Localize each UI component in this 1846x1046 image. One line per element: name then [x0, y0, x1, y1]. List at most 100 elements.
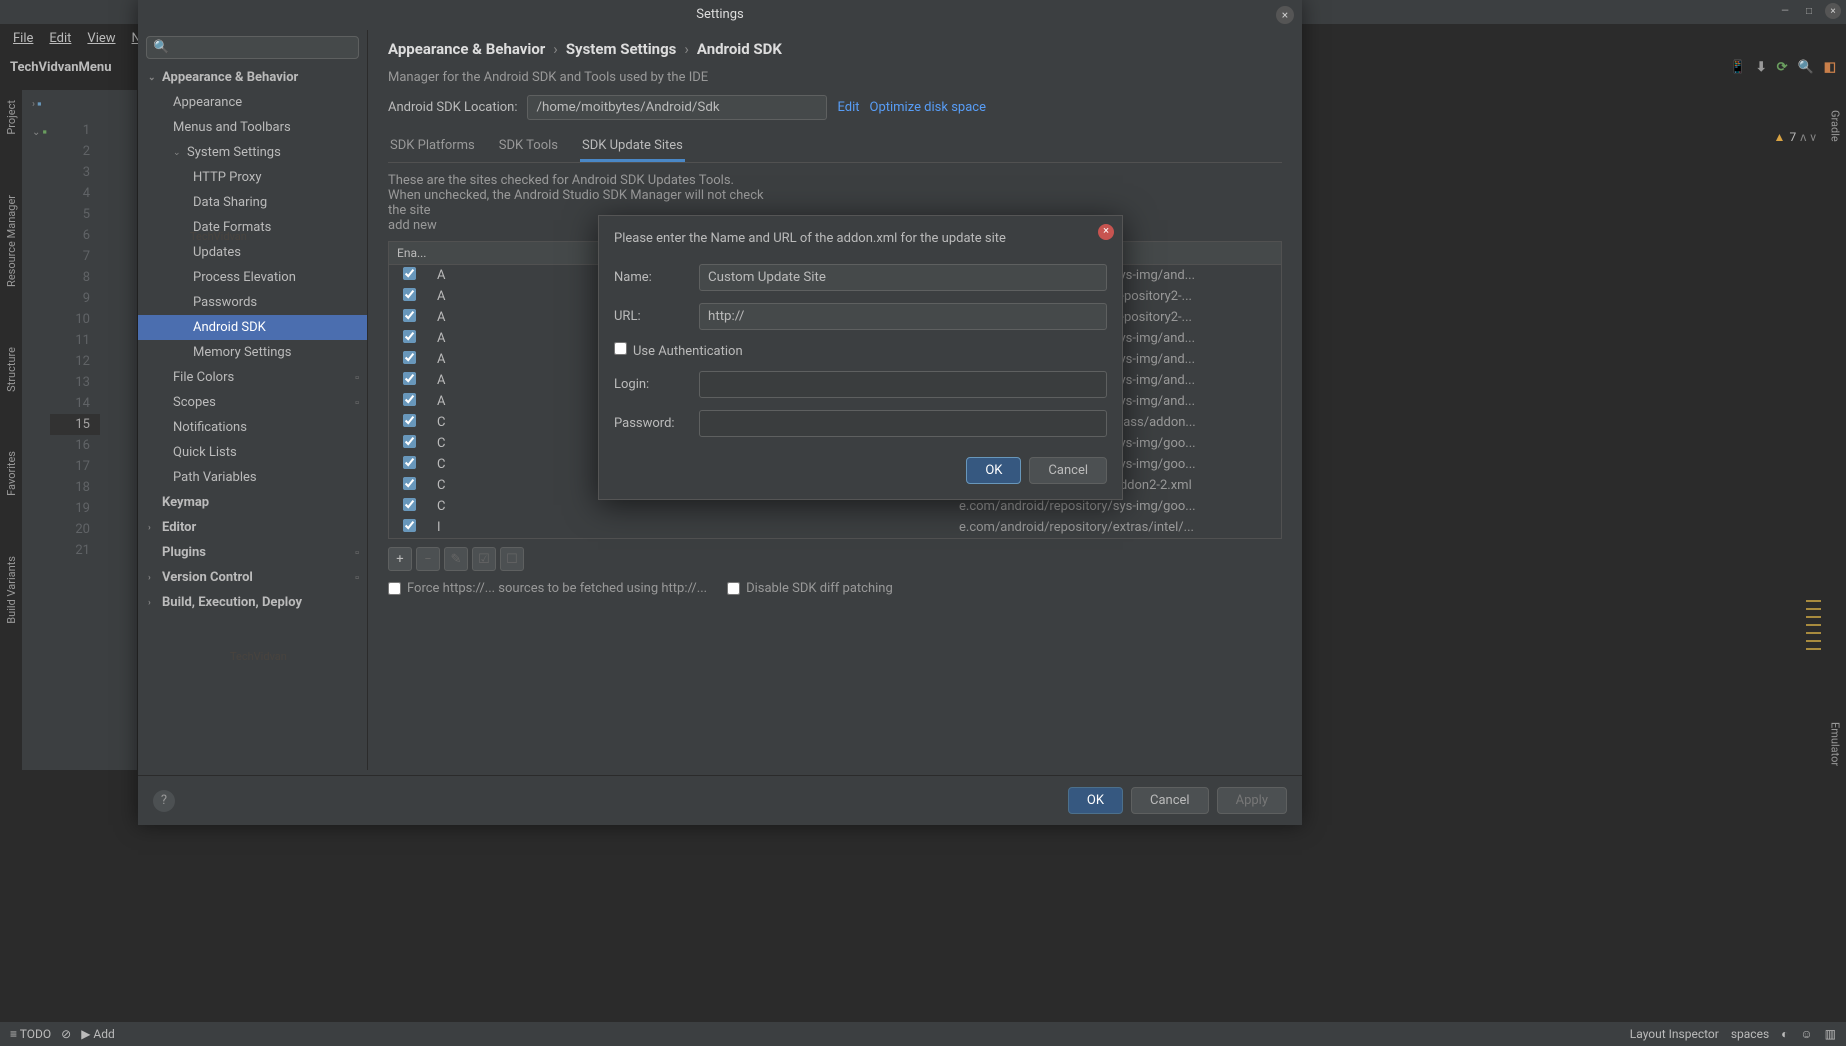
site-enabled-checkbox[interactable] [403, 288, 416, 301]
tree-file-colors[interactable]: File Colors▫ [138, 365, 367, 390]
indent-indicator[interactable]: spaces [1731, 1027, 1769, 1041]
inspection-badge[interactable]: ▲ 7 ʌ v [1774, 130, 1816, 144]
structure-tool-button[interactable]: Structure [5, 347, 18, 392]
site-enabled-checkbox[interactable] [403, 372, 416, 385]
tab-sdk-tools[interactable]: SDK Tools [497, 132, 560, 162]
tab-sdk-update-sites[interactable]: SDK Update Sites [580, 132, 685, 162]
bottom-options: Force https://... sources to be fetched … [388, 581, 1282, 596]
menu-view[interactable]: View [79, 27, 123, 50]
cpu-status-icon[interactable]: ▥ [1825, 1027, 1836, 1041]
tree-menus-toolbars[interactable]: Menus and Toolbars [138, 115, 367, 140]
tree-editor[interactable]: ›Editor [138, 515, 367, 540]
settings-dialog: Settings × 🔍 ⌄Appearance & Behavior Appe… [138, 0, 1302, 825]
tree-notifications[interactable]: Notifications [138, 415, 367, 440]
window-minimize-button[interactable]: — [1777, 3, 1793, 19]
url-field[interactable] [699, 303, 1107, 330]
tree-date-formats[interactable]: Date Formats [138, 215, 367, 240]
settings-close-button[interactable]: × [1276, 6, 1294, 24]
menu-file[interactable]: File [5, 27, 41, 50]
problems-tool-button[interactable]: ⊘ [61, 1027, 71, 1041]
modal-ok-button[interactable]: OK [966, 457, 1021, 484]
tree-updates[interactable]: Updates [138, 240, 367, 265]
search-icon[interactable]: 🔍 [1798, 60, 1814, 75]
status-icon[interactable]: ◐ [1781, 1027, 1788, 1041]
tree-passwords[interactable]: Passwords [138, 290, 367, 315]
emoji-status-icon[interactable]: ☺ [1800, 1027, 1812, 1041]
chevron-down-icon[interactable]: v [1810, 130, 1816, 144]
site-enabled-checkbox[interactable] [403, 414, 416, 427]
help-button[interactable]: ? [153, 790, 175, 812]
sdk-optimize-link[interactable]: Optimize disk space [870, 100, 986, 115]
remove-site-button[interactable]: − [416, 547, 440, 571]
profiler-icon[interactable]: ◧ [1824, 60, 1836, 75]
settings-search-box[interactable]: 🔍 [146, 36, 359, 59]
table-row[interactable]: Ie.com/android/repository/extras/intel/.… [389, 517, 1281, 538]
modal-close-button[interactable]: × [1098, 224, 1114, 240]
use-auth-checkbox[interactable]: Use Authentication [614, 342, 743, 359]
disable-diff-checkbox[interactable]: Disable SDK diff patching [727, 581, 893, 596]
add-site-button[interactable]: + [388, 547, 412, 571]
window-close-button[interactable]: × [1825, 3, 1841, 19]
search-icon: 🔍 [153, 40, 169, 55]
menu-edit[interactable]: Edit [41, 27, 79, 50]
site-enabled-checkbox[interactable] [403, 435, 416, 448]
settings-search-input[interactable] [173, 41, 352, 55]
site-enabled-checkbox[interactable] [403, 456, 416, 469]
tree-keymap[interactable]: Keymap [138, 490, 367, 515]
site-enabled-checkbox[interactable] [403, 519, 416, 532]
site-enabled-checkbox[interactable] [403, 393, 416, 406]
site-enabled-checkbox[interactable] [403, 330, 416, 343]
device-manager-icon[interactable]: 📱 [1730, 60, 1746, 75]
layout-inspector-button[interactable]: Layout Inspector [1630, 1027, 1719, 1041]
tree-appearance[interactable]: Appearance [138, 90, 367, 115]
tab-sdk-platforms[interactable]: SDK Platforms [388, 132, 477, 162]
tree-scopes[interactable]: Scopes▫ [138, 390, 367, 415]
tree-version-control[interactable]: ›Version Control▫ [138, 565, 367, 590]
col-enabled-header[interactable]: Ena... [389, 242, 433, 264]
tree-quick-lists[interactable]: Quick Lists [138, 440, 367, 465]
tree-appearance-behavior[interactable]: ⌄Appearance & Behavior [138, 65, 367, 90]
force-http-checkbox[interactable]: Force https://... sources to be fetched … [388, 581, 707, 596]
emulator-tool-button[interactable]: Emulator [1829, 722, 1842, 766]
select-all-button[interactable]: ☑ [472, 547, 496, 571]
tree-http-proxy[interactable]: HTTP Proxy [138, 165, 367, 190]
sdk-edit-link[interactable]: Edit [837, 100, 859, 115]
edit-site-button[interactable]: ✎ [444, 547, 468, 571]
todo-tool-button[interactable]: ≡ TODO [10, 1027, 51, 1041]
sdk-location-input[interactable] [527, 95, 827, 120]
modal-cancel-button[interactable]: Cancel [1029, 457, 1107, 484]
tree-expand-icon[interactable]: › [32, 99, 35, 110]
settings-cancel-button[interactable]: Cancel [1131, 787, 1209, 814]
tree-process-elevation[interactable]: Process Elevation [138, 265, 367, 290]
favorites-tool-button[interactable]: Favorites [5, 451, 18, 496]
sdk-manager-icon[interactable]: ⬇ [1756, 60, 1767, 75]
tree-data-sharing[interactable]: Data Sharing [138, 190, 367, 215]
settings-ok-button[interactable]: OK [1068, 787, 1123, 814]
line-number: 10 [50, 309, 100, 330]
tree-android-sdk[interactable]: Android SDK [138, 315, 367, 340]
tree-build-exec[interactable]: ›Build, Execution, Deploy [138, 590, 367, 615]
settings-apply-button[interactable]: Apply [1217, 787, 1287, 814]
chevron-up-icon[interactable]: ʌ [1800, 130, 1806, 144]
add-config-button[interactable]: ▶ Add [81, 1027, 115, 1041]
site-enabled-checkbox[interactable] [403, 477, 416, 490]
build-variants-tool-button[interactable]: Build Variants [5, 556, 18, 624]
site-enabled-checkbox[interactable] [403, 498, 416, 511]
sync-icon[interactable]: ⟳ [1777, 60, 1788, 75]
resource-manager-tool-button[interactable]: Resource Manager [5, 195, 18, 287]
gradle-tool-button[interactable]: Gradle [1829, 110, 1842, 142]
tree-system-settings[interactable]: ⌄System Settings [138, 140, 367, 165]
site-enabled-checkbox[interactable] [403, 267, 416, 280]
tree-path-variables[interactable]: Path Variables [138, 465, 367, 490]
editor-minimap[interactable] [1806, 600, 1821, 656]
deselect-all-button[interactable]: ☐ [500, 547, 524, 571]
password-field [699, 410, 1107, 437]
site-enabled-checkbox[interactable] [403, 309, 416, 322]
name-field[interactable] [699, 264, 1107, 291]
tree-memory-settings[interactable]: Memory Settings [138, 340, 367, 365]
window-maximize-button[interactable]: □ [1801, 3, 1817, 19]
tree-expand-icon[interactable]: ⌄ [32, 127, 40, 138]
project-tool-button[interactable]: Project [5, 100, 18, 135]
tree-plugins[interactable]: Plugins▫ [138, 540, 367, 565]
site-enabled-checkbox[interactable] [403, 351, 416, 364]
